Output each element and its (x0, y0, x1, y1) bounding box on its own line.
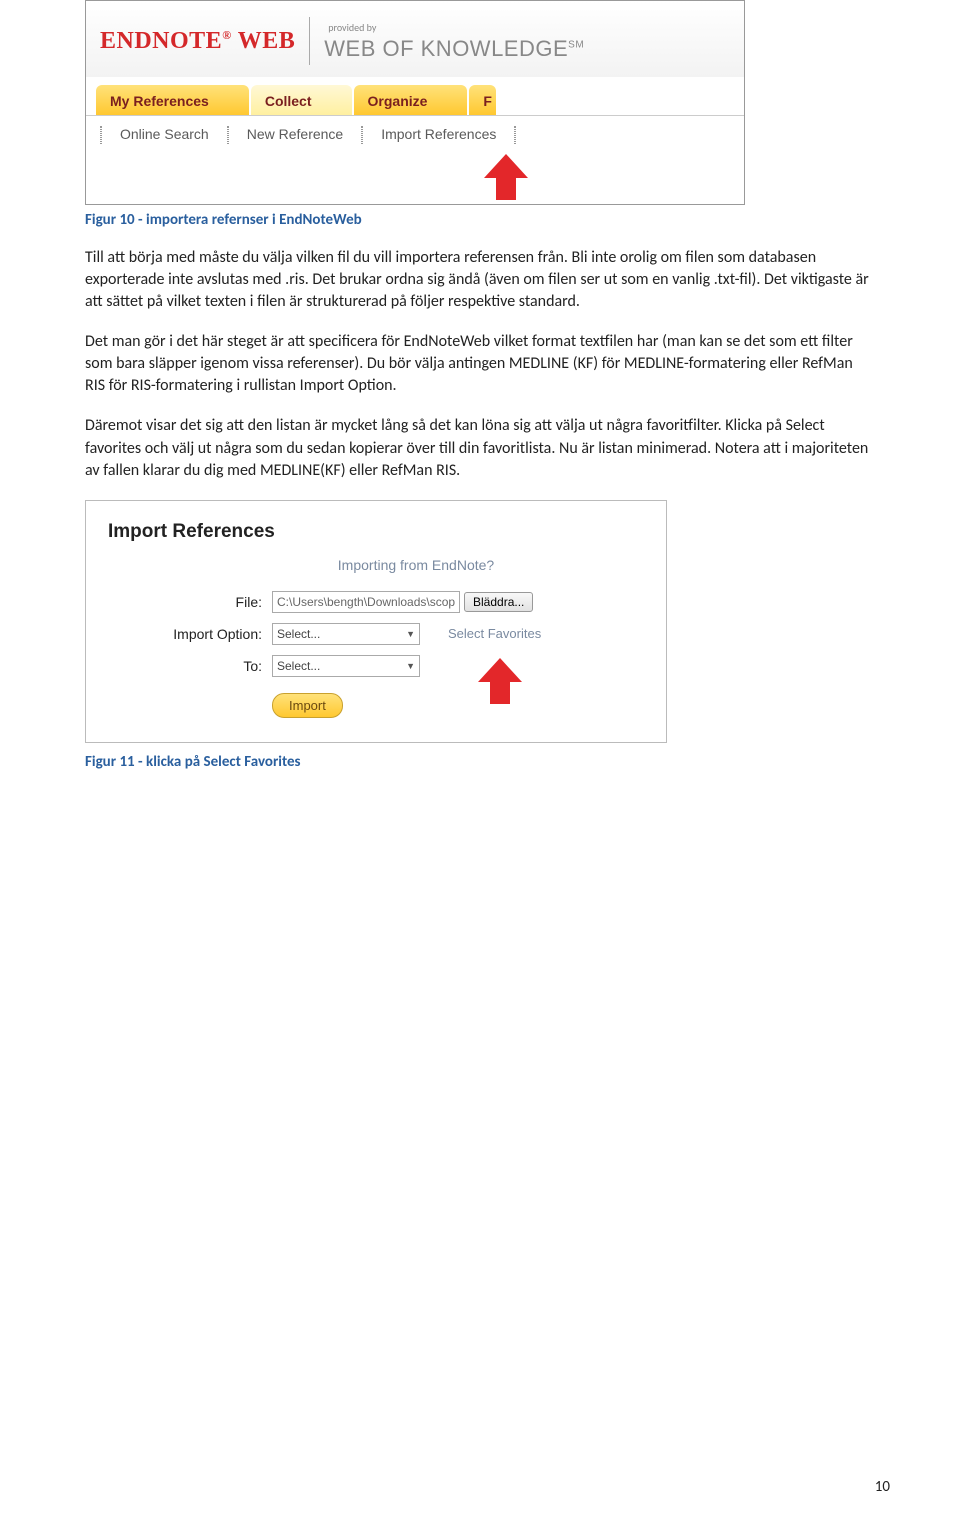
red-arrow-icon (484, 154, 528, 178)
import-button[interactable]: Import (272, 693, 343, 718)
red-arrow-icon (478, 658, 522, 682)
main-tabs: My References Collect Organize F (86, 77, 744, 115)
arrow-annotation-2 (478, 658, 644, 682)
chevron-down-icon: ▼ (406, 661, 415, 671)
page-number: 10 (875, 1478, 890, 1496)
logo-divider (309, 17, 310, 65)
import-option-value: Select... (277, 627, 320, 641)
paragraph-1: Till att börja med måste du välja vilken… (85, 247, 875, 313)
tab-organize[interactable]: Organize (354, 85, 468, 115)
to-select[interactable]: Select... ▼ (272, 655, 420, 677)
endnote-nav-screenshot: ENDNOTE® WEB provided by WEB OF KNOWLEDG… (85, 0, 745, 205)
import-option-select[interactable]: Select... ▼ (272, 623, 420, 645)
file-label: File: (108, 594, 272, 610)
subnav-divider (100, 126, 102, 144)
tab-partial[interactable]: F (469, 85, 496, 115)
file-input[interactable] (272, 591, 460, 613)
file-row: File: Bläddra... (108, 591, 644, 613)
subnav-divider (361, 126, 363, 144)
sm-mark: SM (568, 39, 584, 50)
importing-from-endnote-link[interactable]: Importing from EndNote? (108, 557, 644, 573)
subnav-new-reference[interactable]: New Reference (247, 126, 344, 144)
import-references-heading: Import References (108, 521, 644, 543)
wok-logo: WEB OF KNOWLEDGESM (324, 36, 584, 62)
provided-by-text: provided by (328, 21, 584, 34)
import-option-label: Import Option: (108, 626, 272, 642)
arrow-annotation-row (86, 154, 744, 204)
endnote-web-logo: ENDNOTE® WEB (100, 28, 295, 55)
endnote-header: ENDNOTE® WEB provided by WEB OF KNOWLEDG… (86, 1, 744, 77)
web-text: WEB (238, 28, 296, 54)
endnote-text: ENDNOTE (100, 28, 222, 54)
figure-10-caption: Figur 10 - importera refernser i EndNote… (85, 211, 875, 229)
tab-collect[interactable]: Collect (251, 85, 352, 115)
chevron-down-icon: ▼ (406, 629, 415, 639)
subnav-online-search[interactable]: Online Search (120, 126, 209, 144)
import-references-screenshot: Import References Importing from EndNote… (85, 500, 667, 743)
paragraph-3: Däremot visar det sig att den listan är … (85, 415, 875, 481)
figure-11-caption: Figur 11 - klicka på Select Favorites (85, 753, 875, 771)
paragraph-2: Det man gör i det här steget är att spec… (85, 331, 875, 397)
to-value: Select... (277, 659, 320, 673)
subnav-divider (227, 126, 229, 144)
subnav-import-references[interactable]: Import References (381, 126, 496, 144)
subnav-divider (514, 126, 516, 144)
wok-text: WEB OF KNOWLEDGE (324, 36, 568, 61)
reg-mark: ® (222, 28, 231, 42)
wok-logo-block: provided by WEB OF KNOWLEDGESM (324, 21, 584, 62)
collect-subnav: Online Search New Reference Import Refer… (86, 115, 744, 154)
import-option-row: Import Option: Select... ▼ Select Favori… (108, 623, 644, 645)
browse-button[interactable]: Bläddra... (464, 592, 533, 612)
select-favorites-link[interactable]: Select Favorites (448, 626, 541, 641)
tab-my-references[interactable]: My References (96, 85, 249, 115)
to-label: To: (108, 658, 272, 674)
